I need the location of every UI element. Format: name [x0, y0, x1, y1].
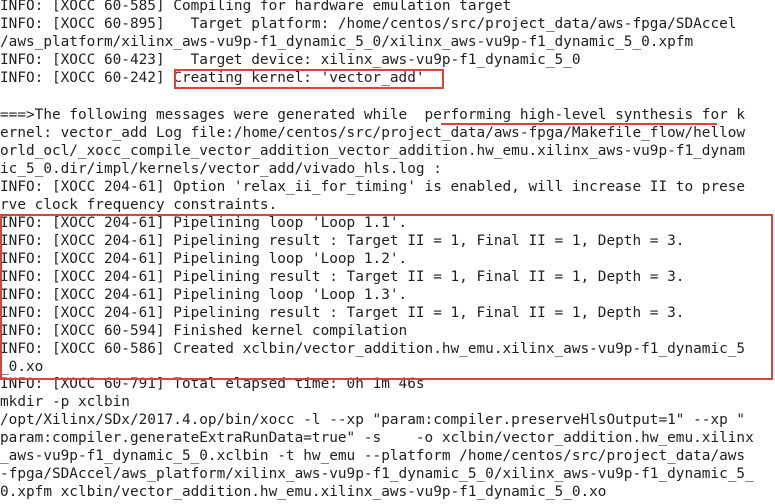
terminal-line: /aws_platform/xilinx_aws-vu9p-f1_dynamic…	[0, 34, 694, 50]
terminal-line: 0.xpfm xclbin/vector_addition.hw_emu.xil…	[0, 484, 607, 500]
terminal-line: ic_5_0.dir/impl/kernels/vector_add/vivad…	[0, 161, 442, 177]
pipelining-results-highlight-box	[0, 214, 773, 380]
terminal-line: INFO: [XOCC 60-423] Target device: xilin…	[0, 52, 581, 68]
terminal-output[interactable]: INFO: [XOCC 60-585] Compiling for hardwa…	[0, 0, 775, 504]
creating-kernel-highlight-box	[174, 69, 444, 89]
terminal-line: ernel: vector_add Log file:/home/centos/…	[0, 125, 746, 141]
terminal-line: INFO: [XOCC 60-895] Target platform: /ho…	[0, 16, 737, 32]
terminal-line: INFO: [XOCC 204-61] Option 'relax_ii_for…	[0, 179, 746, 195]
terminal-line: INFO: [XOCC 60-585] Compiling for hardwa…	[0, 0, 512, 14]
terminal-line: mkdir -p xclbin	[0, 394, 130, 410]
terminal-line: -fpga/SDAccel/aws_platform/xilinx_aws-vu…	[0, 466, 754, 482]
terminal-line: orld_ocl/_xocc_compile_vector_addition_v…	[0, 143, 746, 159]
terminal-line: ===>The following messages were generate…	[0, 107, 746, 123]
terminal-line: /opt/Xilinx/SDx/2017.4.op/bin/xocc -l --…	[0, 412, 746, 428]
terminal-line: param:compiler.generateExtraRunData=true…	[0, 430, 754, 446]
hls-underline-mark	[441, 123, 717, 125]
terminal-line: rve clock frequency constraints.	[0, 197, 278, 213]
terminal-line: _aws-vu9p-f1_dynamic_5_0.xclbin -t hw_em…	[0, 448, 746, 464]
